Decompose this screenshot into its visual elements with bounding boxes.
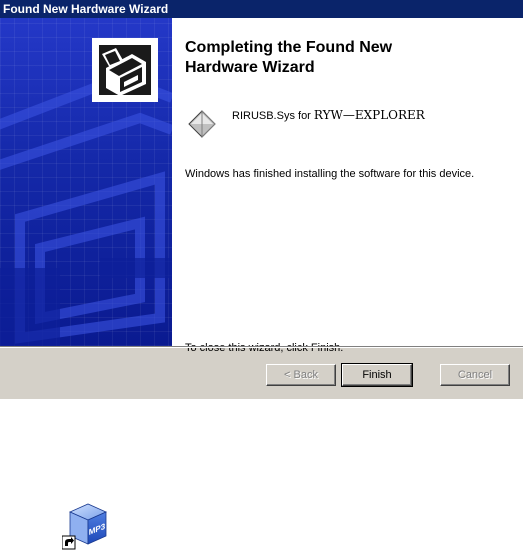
wizard-heading-line1: Completing the Found New [185,39,393,56]
finish-button-label: Finish [362,369,392,381]
window-title[interactable]: Found New Hardware Wizard [0,0,523,18]
back-button[interactable]: < Back [266,364,336,386]
wizard-side-panel [0,18,172,346]
wizard-heading: Completing the Found New Hardware Wizard [185,38,505,78]
wizard-heading-line2: Hardware Wizard [185,59,315,76]
hardware-wizard-icon [92,38,158,102]
button-separator [0,346,523,348]
device-name: RYW—EXPLORER [313,108,425,122]
wizard-window: Found New Hardware Wizard Completing the… [0,0,523,399]
cancel-button[interactable]: Cancel [440,364,510,386]
device-icon [188,109,216,139]
close-instructions: To close this wizard, click Finish. [185,342,344,354]
mp3-shortcut-icon[interactable]: MP3 [61,502,108,550]
device-driver-name: RIRUSB.Sys for [232,110,314,122]
device-label: RIRUSB.Sys for RYW—EXPLORER [232,108,425,122]
finish-button[interactable]: Finish [341,363,413,387]
finished-message: Windows has finished installing the soft… [185,168,475,180]
wizard-content: Completing the Found New Hardware Wizard… [0,18,523,354]
